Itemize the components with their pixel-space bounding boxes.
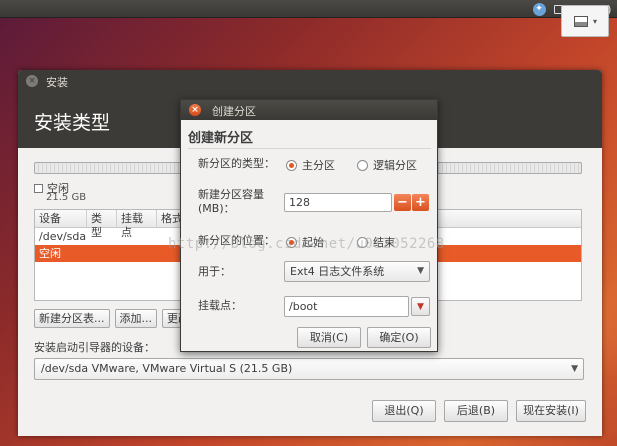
ok-button[interactable]: 确定(O) (367, 327, 431, 348)
close-icon[interactable]: × (26, 75, 38, 87)
checkbox-icon (34, 183, 43, 193)
decrement-button[interactable]: − (394, 194, 411, 211)
dialog-title: 创建分区 (212, 105, 256, 118)
radio-primary[interactable]: 主分区 (286, 157, 335, 173)
column-device[interactable]: 设备 (35, 210, 87, 227)
dialog-heading: 创建新分区 (188, 131, 254, 146)
create-partition-dialog: × 创建分区 创建新分区 新分区的类型： 主分区 逻辑分区 新建分区容量 (MB… (180, 99, 438, 352)
radio-selected-icon (286, 159, 297, 171)
column-mount[interactable]: 挂载点 (117, 210, 157, 239)
filesystem-value: Ext4 日志文件系统 (290, 265, 385, 278)
mount-point-input[interactable]: /boot (284, 296, 409, 317)
radio-unselected-icon (357, 159, 368, 171)
close-icon[interactable]: × (189, 104, 201, 116)
increment-button[interactable]: + (412, 194, 429, 211)
navigation-buttons: 退出(Q) 后退(B) 现在安装(I) (372, 400, 586, 422)
size-input[interactable]: 128 (284, 193, 392, 212)
boot-device-select[interactable]: /dev/sda VMware, VMware Virtual S (21.5 … (34, 358, 584, 380)
boot-device-value: /dev/sda VMware, VMware Virtual S (21.5 … (41, 362, 293, 375)
chevron-down-icon: ▾ (593, 17, 598, 26)
image-icon (574, 16, 588, 27)
top-panel: ✦ ⇅ ◀) (0, 0, 617, 18)
mount-point-label: 挂载点： (198, 299, 242, 312)
partition-type-label: 新分区的类型： (198, 157, 275, 170)
tray-popup[interactable]: ▾ (561, 5, 609, 37)
accessibility-icon[interactable]: ✦ (531, 2, 547, 16)
boot-device-label: 安装启动引导器的设备： (34, 341, 155, 354)
dialog-titlebar: × 创建分区 (181, 100, 437, 120)
divider (188, 148, 431, 149)
filesystem-select[interactable]: Ext4 日志文件系统 ▼ (284, 261, 430, 282)
free-space-size: 21.5 GB (46, 192, 87, 203)
chevron-down-icon: ▼ (417, 266, 424, 276)
column-type[interactable]: 类型 (87, 210, 117, 239)
window-title: 安装 (46, 76, 68, 89)
page-title: 安装类型 (34, 112, 111, 134)
partition-size-label: 新建分区容量 (MB)： (198, 188, 264, 215)
cancel-button[interactable]: 取消(C) (297, 327, 361, 348)
install-now-button[interactable]: 现在安装(I) (516, 400, 586, 422)
back-button[interactable]: 后退(B) (444, 400, 508, 422)
add-partition-button[interactable]: 添加... (114, 309, 157, 328)
quit-button[interactable]: 退出(Q) (372, 400, 436, 422)
radio-primary-label: 主分区 (302, 159, 335, 172)
radio-logical-label: 逻辑分区 (373, 159, 417, 172)
partition-buttons: 新建分区表... 添加... 更改 (34, 309, 194, 328)
use-as-label: 用于： (198, 265, 231, 278)
new-partition-table-button[interactable]: 新建分区表... (34, 309, 110, 328)
radio-logical[interactable]: 逻辑分区 (357, 157, 417, 173)
watermark: http://blog.csdn.net/u012052268 (168, 236, 445, 252)
mount-dropdown-button[interactable]: ▼ (411, 297, 430, 316)
chevron-down-icon: ▼ (571, 364, 578, 374)
